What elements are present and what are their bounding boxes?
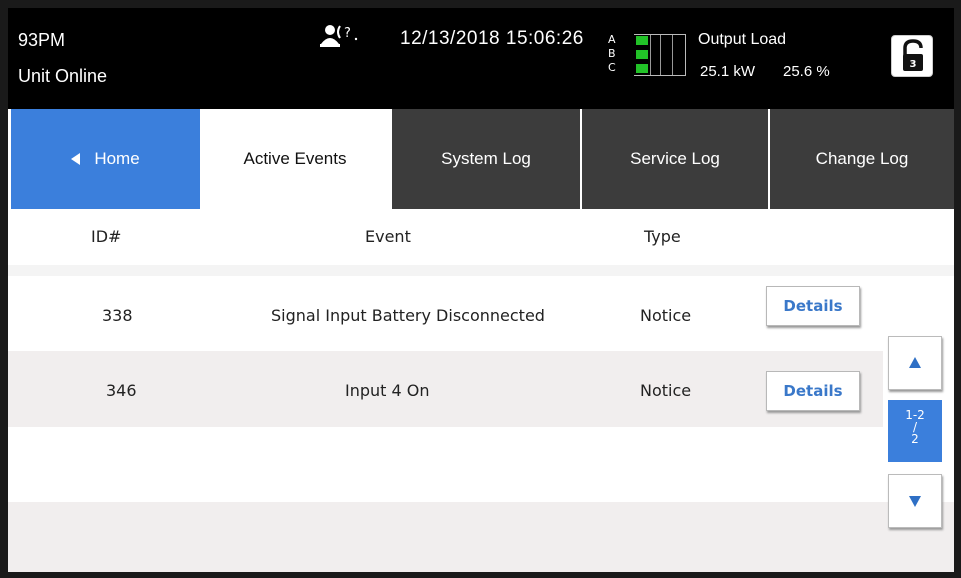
phase-c-label: C bbox=[608, 61, 616, 74]
row-type: Notice bbox=[640, 381, 692, 400]
page-total: 2 bbox=[911, 432, 919, 446]
header-separator bbox=[8, 265, 954, 276]
output-kw: 25.1 kW bbox=[700, 63, 756, 80]
row-event: Signal Input Battery Disconnected bbox=[271, 306, 545, 325]
output-percent: 25.6 % bbox=[783, 63, 830, 80]
status-header: 93PM Unit Online ? 12/13/2018 15:06:26 A… bbox=[8, 8, 954, 109]
datetime: 12/13/2018 15:06:26 bbox=[400, 28, 584, 49]
unlock-icon: 3 bbox=[903, 39, 923, 71]
back-arrow-icon bbox=[71, 153, 81, 165]
unit-status: Unit Online bbox=[18, 66, 108, 86]
table-row-empty bbox=[8, 427, 883, 503]
table-row-empty bbox=[8, 502, 954, 572]
phase-b-label: B bbox=[608, 47, 616, 60]
page-indicator: 1-2 / 2 bbox=[888, 400, 942, 462]
tab-home-label: Home bbox=[94, 149, 140, 168]
tab-change-log[interactable]: Change Log bbox=[768, 109, 954, 209]
person-help-icon[interactable]: ? bbox=[320, 24, 360, 50]
details-button[interactable]: Details bbox=[766, 371, 860, 411]
device-frame: 93PM Unit Online ? 12/13/2018 15:06:26 A… bbox=[0, 0, 961, 578]
row-id: 346 bbox=[106, 381, 137, 400]
tab-service-log-label: Service Log bbox=[630, 149, 720, 168]
tab-service-log[interactable]: Service Log bbox=[580, 109, 768, 209]
tab-system-log[interactable]: System Log bbox=[390, 109, 580, 209]
table-row: 338 Signal Input Battery Disconnected No… bbox=[8, 276, 883, 352]
unit-model: 93PM bbox=[18, 30, 66, 50]
table-row: 346 Input 4 On Notice Details bbox=[8, 351, 883, 427]
lock-button[interactable]: 3 bbox=[891, 35, 933, 77]
tab-active-events-label: Active Events bbox=[243, 149, 347, 168]
row-event: Input 4 On bbox=[345, 381, 430, 400]
page-up-button[interactable] bbox=[888, 336, 942, 390]
tab-system-log-label: System Log bbox=[441, 149, 531, 168]
output-load-label: Output Load bbox=[698, 31, 787, 48]
column-id: ID# bbox=[91, 227, 122, 246]
lock-level-label: 3 bbox=[910, 59, 917, 70]
tab-bar: Home Active Events System Log Service Lo… bbox=[8, 109, 954, 209]
tab-change-log-label: Change Log bbox=[815, 149, 909, 168]
tab-active-events[interactable]: Active Events bbox=[200, 109, 390, 209]
page-down-button[interactable] bbox=[888, 474, 942, 528]
arrow-down-icon bbox=[909, 496, 921, 507]
row-id: 338 bbox=[102, 306, 133, 325]
phase-a-label: A bbox=[608, 33, 616, 46]
tab-home[interactable]: Home bbox=[11, 109, 200, 209]
screen: 93PM Unit Online ? 12/13/2018 15:06:26 A… bbox=[8, 8, 954, 572]
row-type: Notice bbox=[640, 306, 692, 325]
arrow-up-icon bbox=[909, 357, 921, 368]
phase-load-meter: A B C bbox=[608, 33, 698, 83]
details-button[interactable]: Details bbox=[766, 286, 860, 326]
table-header: ID# Event Type bbox=[8, 209, 954, 265]
phase-meter-box bbox=[634, 34, 686, 76]
column-type: Type bbox=[644, 227, 681, 246]
column-event: Event bbox=[365, 227, 411, 246]
svg-text:?: ? bbox=[344, 26, 351, 41]
